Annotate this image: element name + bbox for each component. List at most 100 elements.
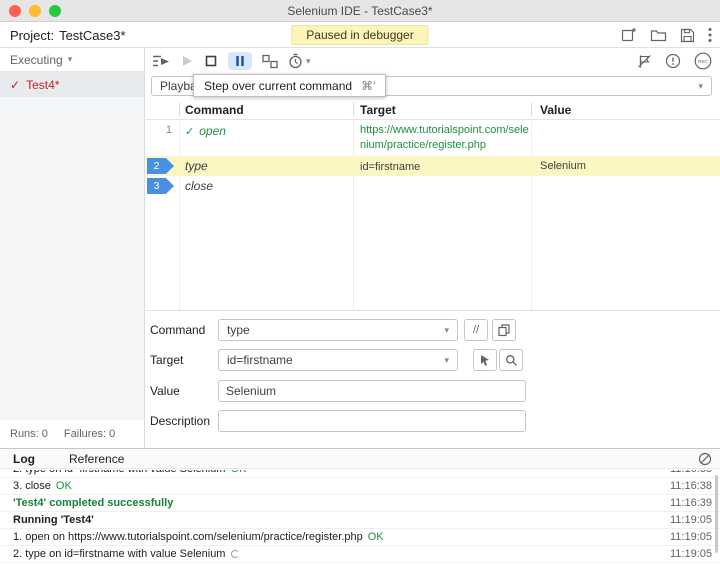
svg-text:REC: REC <box>698 59 708 64</box>
log-entry: 2. type on id=firstname with value Selen… <box>0 470 720 478</box>
find-target-button[interactable] <box>499 349 523 371</box>
column-header-target: Target <box>360 103 396 117</box>
log-tab-bar: Log Reference <box>0 449 720 469</box>
table-row[interactable]: 1 ✓ open https://www.tutorialspoint.com/… <box>146 120 720 156</box>
new-test-icon[interactable] <box>621 27 637 43</box>
log-list: 2. type on id=firstname with value Selen… <box>0 470 720 570</box>
value-input[interactable] <box>218 380 526 402</box>
value-field-row: Value <box>146 379 720 403</box>
chevron-down-icon: ▾ <box>698 80 703 91</box>
target-cell: https://www.tutorialspoint.com/selenium/… <box>360 124 529 151</box>
test-name: Test4* <box>26 77 60 92</box>
playback-toolbar: ▾ REC <box>146 48 720 74</box>
clear-log-icon[interactable] <box>698 452 712 466</box>
toolbar-right-group: REC <box>637 52 720 70</box>
command-field-row: Command type ▾ // <box>146 318 720 342</box>
traffic-lights <box>9 5 61 17</box>
search-icon <box>505 354 517 366</box>
minimize-window-button[interactable] <box>29 5 41 17</box>
comment-slashes-icon: // <box>472 324 480 336</box>
select-target-button[interactable] <box>473 349 497 371</box>
tests-sidebar: Executing ▾ ✓ Test4* Runs: 0 Failures: 0 <box>0 48 145 448</box>
app-header: Project: TestCase3* Paused in debugger <box>0 22 720 48</box>
command-dropdown-value: type <box>227 323 250 337</box>
stop-icon[interactable] <box>204 50 218 72</box>
command-table-header: Command Target Value <box>146 100 720 120</box>
save-project-icon[interactable] <box>680 28 695 43</box>
cursor-icon <box>481 354 489 366</box>
spinner-icon <box>231 550 240 558</box>
column-separator[interactable] <box>353 103 354 116</box>
target-field-label: Target <box>150 353 184 367</box>
test-check-icon: ✓ <box>10 77 21 92</box>
pause-icon[interactable] <box>228 52 252 70</box>
tab-log[interactable]: Log <box>13 452 35 466</box>
step-over-icon[interactable] <box>262 50 278 72</box>
tooltip-text: Step over current command <box>204 78 353 93</box>
open-project-folder-icon[interactable] <box>650 27 667 43</box>
zoom-window-button[interactable] <box>49 5 61 17</box>
runs-count: Runs: 0 <box>10 428 48 440</box>
command-cell: open <box>199 124 226 138</box>
column-separator[interactable] <box>531 103 532 116</box>
command-dropdown[interactable]: type ▾ <box>218 319 458 341</box>
run-current-test-icon[interactable] <box>180 50 194 72</box>
run-all-tests-icon[interactable] <box>152 50 170 72</box>
column-header-command: Command <box>185 103 244 117</box>
run-stats: Runs: 0 Failures: 0 <box>0 420 144 448</box>
tooltip-shortcut: ⌘' <box>361 78 376 93</box>
log-entry: 2. type on id=firstname with value Selen… <box>0 546 720 563</box>
chevron-down-icon: ▾ <box>444 324 449 335</box>
column-header-value: Value <box>540 103 572 117</box>
tests-dropdown[interactable]: Executing ▾ <box>0 48 144 72</box>
log-entry: 3. close OK 11:16:38 <box>0 478 720 495</box>
chevron-down-icon: ▾ <box>444 354 449 365</box>
command-field-label: Command <box>150 323 206 337</box>
project-label: Project: <box>10 27 55 43</box>
step-over-tooltip: Step over current command ⌘' <box>193 74 387 97</box>
log-entry: 'Test4' completed successfully 11:16:39 <box>0 495 720 512</box>
failures-count: Failures: 0 <box>63 428 116 440</box>
chevron-down-icon: ▾ <box>67 54 73 64</box>
description-input[interactable] <box>218 410 526 432</box>
close-window-button[interactable] <box>9 5 21 17</box>
pause-on-exceptions-icon[interactable] <box>665 53 681 69</box>
command-cell: type <box>185 159 208 173</box>
selenium-ide-window: Selenium IDE - TestCase3* Project: TestC… <box>0 0 720 570</box>
log-entry: 1. open on https://www.tutorialspoint.co… <box>0 529 720 546</box>
target-field-row: Target id=firstname ▾ <box>146 348 720 372</box>
passed-check-icon: ✓ <box>185 126 195 138</box>
log-scrollbar[interactable] <box>715 475 718 553</box>
command-table: 1 ✓ open https://www.tutorialspoint.com/… <box>146 120 720 310</box>
description-field-label: Description <box>150 414 211 428</box>
copy-command-button[interactable] <box>492 319 516 341</box>
test-list: ✓ Test4* <box>0 72 144 420</box>
more-options-icon[interactable] <box>708 27 712 43</box>
window-title: Selenium IDE - TestCase3* <box>287 3 433 18</box>
tab-reference[interactable]: Reference <box>69 452 124 466</box>
copy-icon <box>498 323 510 336</box>
test-list-item-test4[interactable]: ✓ Test4* <box>0 72 144 97</box>
table-row-current[interactable]: 2 type id=firstname Selenium <box>146 156 720 176</box>
value-cell: Selenium <box>540 160 586 172</box>
paused-in-debugger-banner: Paused in debugger <box>291 25 429 45</box>
log-entry: Running 'Test4' 11:19:05 <box>0 512 720 529</box>
project-actions <box>621 22 712 48</box>
column-separator[interactable] <box>179 103 180 116</box>
target-dropdown[interactable]: id=firstname ▾ <box>218 349 458 371</box>
disable-breakpoints-icon[interactable] <box>637 54 652 69</box>
test-speed-icon[interactable]: ▾ <box>288 50 311 72</box>
record-button[interactable]: REC <box>694 52 712 70</box>
project-name: TestCase3* <box>59 27 126 43</box>
table-row[interactable]: 3 close <box>146 176 720 196</box>
target-cell: id=firstname <box>360 161 421 173</box>
value-field-label: Value <box>150 384 180 398</box>
titlebar: Selenium IDE - TestCase3* <box>0 0 720 22</box>
target-dropdown-value: id=firstname <box>227 353 293 367</box>
toggle-comment-button[interactable]: // <box>464 319 488 341</box>
description-field-row: Description <box>146 409 720 433</box>
breakpoint-badge[interactable]: 2 <box>147 158 174 174</box>
command-editor: Command type ▾ // Target id=firstname ▾ <box>146 311 720 448</box>
command-cell: close <box>185 179 214 193</box>
breakpoint-badge[interactable]: 3 <box>147 178 174 194</box>
